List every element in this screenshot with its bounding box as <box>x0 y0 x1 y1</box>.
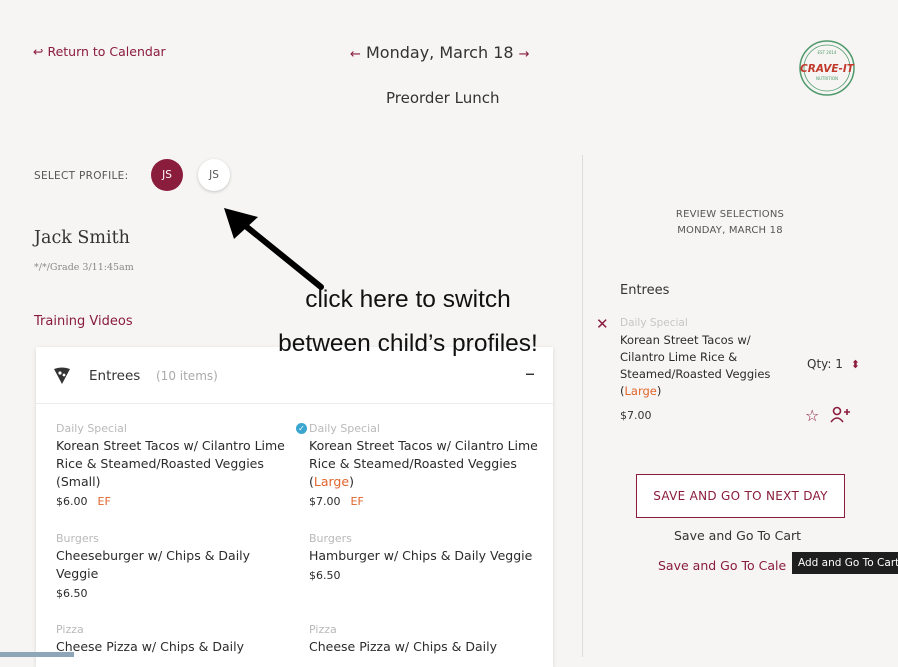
item-name: Korean Street Tacos w/ Cilantro Lime Ric… <box>56 438 285 489</box>
annotation-line2: between child’s profiles! <box>278 330 538 357</box>
crave-it-logo: EST 2014 CRAVE-IT NUTRITION <box>799 40 855 96</box>
item-tag: EF <box>97 495 111 508</box>
review-date: MONDAY, MARCH 18 <box>677 225 783 236</box>
menu-item[interactable]: Pizza Cheese Pizza w/ Chips & Daily <box>309 622 549 656</box>
item-price: $6.50 <box>309 569 341 582</box>
menu-item-selected[interactable]: ✓ Daily Special Korean Street Tacos w/ C… <box>296 421 549 511</box>
qty-label: Qty: <box>807 357 832 371</box>
selected-check-icon: ✓ <box>296 423 307 434</box>
item-name: Cheese Pizza w/ Chips & Daily <box>56 639 245 654</box>
menu-item-count: (10 items) <box>156 369 218 383</box>
item-price: $6.50 <box>56 587 88 600</box>
student-info: */*/Grade 3/11:45am <box>34 262 134 273</box>
qty-value: 1 <box>835 357 843 371</box>
item-price-row: $6.00 EF <box>56 493 296 511</box>
annotation-text: click here to switch between child’s pro… <box>228 278 588 366</box>
next-day-arrow-icon[interactable]: → <box>519 47 530 62</box>
page-title: Preorder Lunch <box>386 89 500 107</box>
item-price: $6.00 <box>56 495 88 508</box>
training-videos-link[interactable]: Training Videos <box>34 314 133 329</box>
profile-avatar-selected[interactable]: JS <box>151 159 183 191</box>
return-to-calendar-link[interactable]: ↩ Return to Calendar <box>33 44 166 59</box>
save-next-day-button[interactable]: SAVE AND GO TO NEXT DAY <box>636 474 845 518</box>
item-category: Burgers <box>56 532 99 545</box>
item-price-row: $7.00 EF <box>309 493 549 511</box>
annotation-line1: click here to switch <box>305 286 511 313</box>
selected-item-name: Korean Street Tacos w/ Cilantro Lime Ric… <box>620 333 771 398</box>
item-category: Daily Special <box>56 422 127 435</box>
selected-item-size: Large <box>624 384 657 398</box>
quantity-stepper[interactable]: Qty: 1 ⬍ <box>807 357 860 371</box>
menu-item[interactable]: Burgers Cheeseburger w/ Chips & Daily Ve… <box>56 531 296 603</box>
select-profile-label: SELECT PROFILE: <box>34 170 129 182</box>
profile-avatar[interactable]: JS <box>198 159 230 191</box>
menu-item[interactable]: Pizza Cheese Pizza w/ Chips & Daily <box>56 622 296 656</box>
selected-item-category: Daily Special <box>620 317 688 329</box>
review-section-title: Entrees <box>620 283 670 298</box>
svg-text:NUTRITION: NUTRITION <box>816 76 838 81</box>
save-go-to-cart-link[interactable]: Save and Go To Cart <box>674 528 801 543</box>
remove-item-icon[interactable]: ✕ <box>596 315 609 333</box>
item-size: Large <box>313 474 350 489</box>
item-name: Cheeseburger w/ Chips & Daily Veggie <box>56 548 251 581</box>
menu-item[interactable]: Daily Special Korean Street Tacos w/ Cil… <box>56 421 296 511</box>
favorite-star-icon[interactable]: ☆ <box>805 406 819 425</box>
item-tag: EF <box>350 495 364 508</box>
column-divider <box>582 155 583 657</box>
svg-text:EST 2014: EST 2014 <box>818 50 837 55</box>
item-category: Burgers <box>309 532 352 545</box>
pizza-slice-icon <box>54 367 70 384</box>
item-name: Hamburger w/ Chips & Daily Veggie <box>309 548 533 563</box>
add-user-icon[interactable] <box>830 406 850 424</box>
item-category: Daily Special <box>309 422 380 435</box>
menu-section-title: Entrees <box>89 368 141 384</box>
item-category: Pizza <box>56 623 84 636</box>
current-date: Monday, March 18 <box>366 43 514 62</box>
date-navigator: ← Monday, March 18 → <box>350 43 530 62</box>
selected-item-price: $7.00 <box>620 409 652 422</box>
review-heading: REVIEW SELECTIONS MONDAY, MARCH 18 <box>660 207 800 239</box>
review-title: REVIEW SELECTIONS <box>675 209 785 220</box>
save-go-to-calendar-link[interactable]: Save and Go To Cale <box>658 558 786 573</box>
svg-text:CRAVE-IT: CRAVE-IT <box>800 63 855 75</box>
qty-spinner-icon[interactable]: ⬍ <box>851 358 860 371</box>
selected-item: Daily Special Korean Street Tacos w/ Cil… <box>620 315 800 400</box>
item-price: $7.00 <box>309 495 341 508</box>
menu-card: Entrees (10 items) – Daily Special Korea… <box>36 347 553 667</box>
item-name: Cheese Pizza w/ Chips & Daily <box>309 639 498 654</box>
bottom-scrollbar[interactable] <box>0 652 74 657</box>
prev-day-arrow-icon[interactable]: ← <box>350 47 361 62</box>
item-category: Pizza <box>309 623 337 636</box>
tooltip: Add and Go To Cart <box>792 552 898 574</box>
menu-item[interactable]: Burgers Hamburger w/ Chips & Daily Veggi… <box>309 531 549 585</box>
item-name: Korean Street Tacos w/ Cilantro Lime Ric… <box>309 438 538 489</box>
student-name: Jack Smith <box>34 228 130 248</box>
